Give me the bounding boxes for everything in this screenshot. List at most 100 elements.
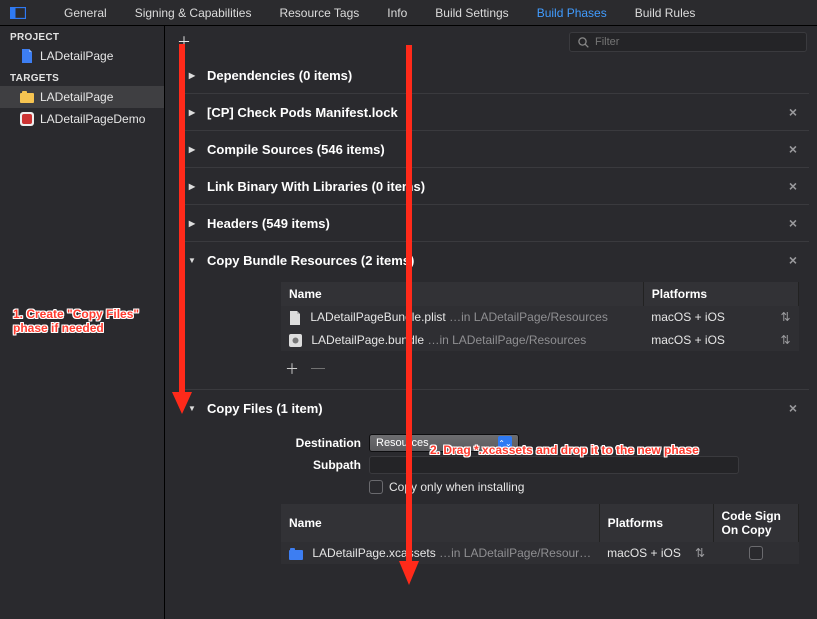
phase-dependencies: ▶ Dependencies (0 items)	[181, 58, 809, 94]
copy-only-checkbox[interactable]	[369, 480, 383, 494]
phase-copy-files: ▼ Copy Files (1 item) × Destination Reso…	[181, 390, 809, 574]
tab-build-phases[interactable]: Build Phases	[523, 0, 621, 26]
tab-resource-tags[interactable]: Resource Tags	[265, 0, 373, 26]
phase-title: Link Binary With Libraries (0 items)	[207, 179, 775, 194]
phase-title: Dependencies (0 items)	[207, 68, 801, 83]
remove-phase-icon[interactable]: ×	[785, 252, 801, 268]
framework-icon	[20, 91, 34, 103]
phase-title: Copy Bundle Resources (2 items)	[207, 253, 775, 268]
platforms-value: macOS + iOS	[607, 546, 681, 560]
updown-icon[interactable]: ⇅	[780, 310, 790, 324]
phase-head-copy-bundle[interactable]: ▼ Copy Bundle Resources (2 items) ×	[181, 242, 809, 278]
table-row[interactable]: LADetailPageBundle.plist …in LADetailPag…	[281, 306, 799, 329]
tab-general[interactable]: General	[50, 0, 121, 26]
updown-icon[interactable]: ⇅	[780, 333, 790, 347]
phase-head-dependencies[interactable]: ▶ Dependencies (0 items)	[181, 58, 809, 93]
filter-field[interactable]	[569, 32, 807, 52]
project-icon	[20, 49, 34, 63]
file-name: LADetailPageBundle.plist	[310, 310, 445, 324]
phase-compile-sources: ▶ Compile Sources (546 items) ×	[181, 131, 809, 168]
project-sidebar: PROJECT LADetailPage TARGETS LADetailPag…	[0, 26, 165, 619]
file-path: …in LADetailPage/Resources	[427, 333, 586, 347]
col-codesign[interactable]: Code Sign On Copy	[713, 504, 798, 542]
disclosure-right-icon: ▶	[187, 219, 197, 228]
phase-list: ▶ Dependencies (0 items) ▶ [CP] Check Po…	[165, 58, 817, 619]
copy-only-label: Copy only when installing	[389, 480, 524, 494]
target-name-0: LADetailPage	[40, 90, 113, 104]
tab-build-settings[interactable]: Build Settings	[421, 0, 522, 26]
app-icon	[20, 112, 34, 126]
popup-arrows-icon: ⌃⌄	[498, 436, 512, 450]
filter-input[interactable]	[595, 36, 798, 48]
phase-title: [CP] Check Pods Manifest.lock	[207, 105, 775, 120]
remove-phase-icon[interactable]: ×	[785, 178, 801, 194]
phase-head-copy-files[interactable]: ▼ Copy Files (1 item) ×	[181, 390, 809, 426]
disclosure-right-icon: ▶	[187, 182, 197, 191]
target-row-1[interactable]: LADetailPageDemo	[0, 108, 164, 130]
phase-check-pods: ▶ [CP] Check Pods Manifest.lock ×	[181, 94, 809, 131]
phase-title: Copy Files (1 item)	[207, 401, 775, 416]
col-platforms[interactable]: Platforms	[643, 282, 798, 306]
project-row[interactable]: LADetailPage	[0, 45, 164, 67]
phase-head-check-pods[interactable]: ▶ [CP] Check Pods Manifest.lock ×	[181, 94, 809, 130]
remove-phase-icon[interactable]: ×	[785, 141, 801, 157]
target-row-0[interactable]: LADetailPage	[0, 86, 164, 108]
phase-title: Compile Sources (546 items)	[207, 142, 775, 157]
destination-value: Resources	[376, 437, 429, 449]
platforms-value: macOS + iOS	[651, 333, 725, 347]
remove-phase-icon[interactable]: ×	[785, 400, 801, 416]
phase-toolbar: ＋	[165, 26, 817, 58]
codesign-checkbox[interactable]	[749, 546, 763, 560]
add-phase-button[interactable]: ＋	[177, 32, 191, 52]
phase-head-link[interactable]: ▶ Link Binary With Libraries (0 items) ×	[181, 168, 809, 204]
disclosure-right-icon: ▶	[187, 145, 197, 154]
phase-link-binary: ▶ Link Binary With Libraries (0 items) ×	[181, 168, 809, 205]
tab-signing[interactable]: Signing & Capabilities	[121, 0, 266, 26]
disclosure-right-icon: ▶	[187, 71, 197, 80]
file-name: LADetailPage.xcassets	[312, 546, 435, 560]
remove-file-button[interactable]: —	[311, 359, 325, 379]
table-row[interactable]: LADetailPage.bundle …in LADetailPage/Res…	[281, 329, 799, 351]
add-file-button[interactable]: ＋	[285, 359, 299, 379]
xcassets-folder-icon	[289, 548, 303, 560]
destination-popup[interactable]: Resources ⌃⌄	[369, 434, 519, 452]
tab-info[interactable]: Info	[373, 0, 421, 26]
disclosure-right-icon: ▶	[187, 108, 197, 117]
phase-headers: ▶ Headers (549 items) ×	[181, 205, 809, 242]
remove-phase-icon[interactable]: ×	[785, 104, 801, 120]
remove-phase-icon[interactable]: ×	[785, 215, 801, 231]
project-name: LADetailPage	[40, 49, 113, 63]
disclosure-down-icon: ▼	[187, 404, 197, 413]
subpath-field[interactable]	[369, 456, 739, 474]
copy-files-body: Destination Resources ⌃⌄ Subpath Copy on…	[181, 426, 809, 574]
copy-bundle-table: Name Platforms LADetailPageBundle.plist …	[281, 282, 799, 351]
subpath-label: Subpath	[281, 458, 361, 472]
sidebar-toggle-icon[interactable]	[4, 7, 32, 19]
col-name[interactable]: Name	[281, 282, 643, 306]
platforms-value: macOS + iOS	[651, 310, 725, 324]
col-name[interactable]: Name	[281, 504, 599, 542]
disclosure-down-icon: ▼	[187, 256, 197, 265]
copy-bundle-body: Name Platforms LADetailPageBundle.plist …	[181, 278, 809, 389]
file-path: …in LADetailPage/Resources	[449, 310, 608, 324]
tab-build-rules[interactable]: Build Rules	[621, 0, 710, 26]
col-platforms[interactable]: Platforms	[599, 504, 713, 542]
file-name: LADetailPage.bundle	[311, 333, 424, 347]
destination-label: Destination	[281, 436, 361, 450]
filter-icon	[578, 37, 589, 48]
target-name-1: LADetailPageDemo	[40, 112, 145, 126]
phase-head-headers[interactable]: ▶ Headers (549 items) ×	[181, 205, 809, 241]
plist-file-icon	[289, 311, 301, 325]
table-row[interactable]: LADetailPage.xcassets …in LADetailPage/R…	[281, 542, 799, 564]
file-path: …in LADetailPage/Resour…	[439, 546, 591, 560]
updown-icon[interactable]: ⇅	[695, 546, 705, 560]
phase-head-compile[interactable]: ▶ Compile Sources (546 items) ×	[181, 131, 809, 167]
main-panel: ＋ ▶ Dependencies (0 items) ▶ [CP] Check …	[165, 26, 817, 619]
phase-copy-bundle: ▼ Copy Bundle Resources (2 items) × Name…	[181, 242, 809, 390]
targets-header: TARGETS	[0, 67, 164, 86]
project-header: PROJECT	[0, 26, 164, 45]
copy-files-table: Name Platforms Code Sign On Copy LADetai…	[281, 504, 799, 564]
bundle-file-icon	[289, 334, 302, 347]
phase-title: Headers (549 items)	[207, 216, 775, 231]
tab-bar: General Signing & Capabilities Resource …	[0, 0, 817, 26]
